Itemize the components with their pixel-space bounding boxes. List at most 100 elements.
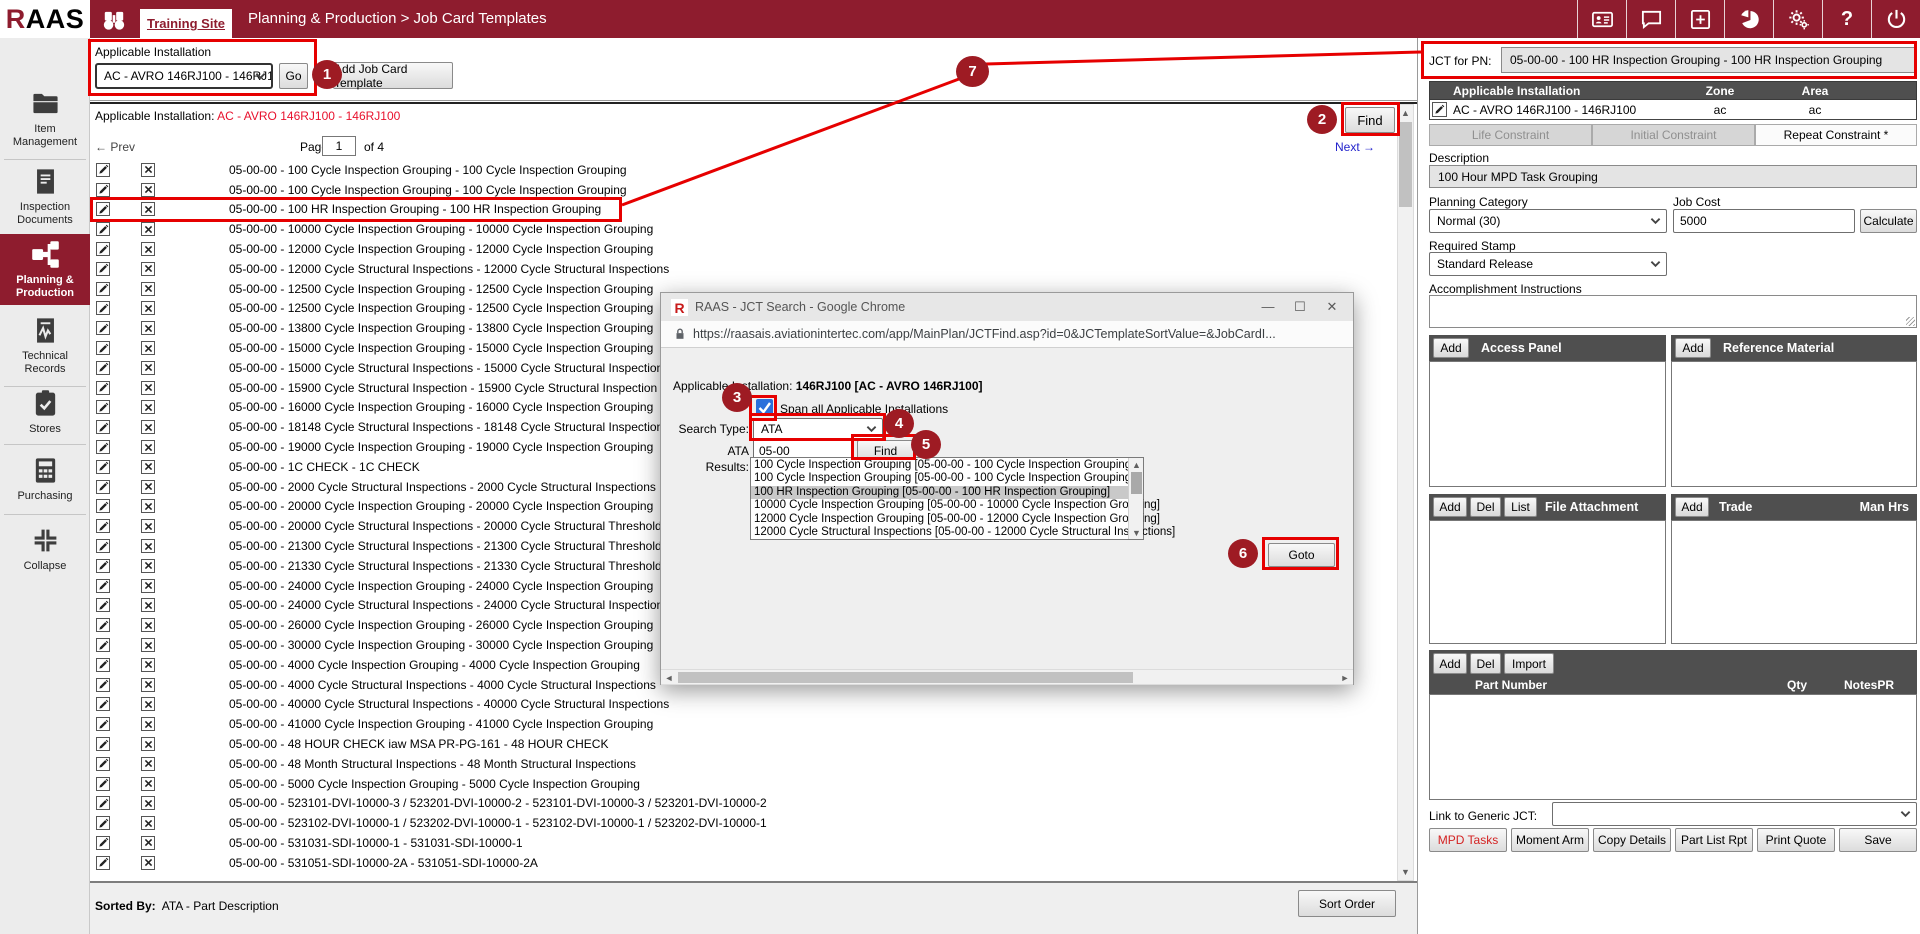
scroll-down-arrow[interactable]: ▼ [1129, 526, 1144, 539]
edit-icon[interactable] [96, 400, 110, 414]
edit-icon[interactable] [96, 618, 110, 632]
table-row[interactable]: 05-00-00 - 100 Cycle Inspection Grouping… [90, 160, 1390, 180]
edit-icon[interactable] [96, 816, 110, 830]
edit-icon[interactable] [96, 341, 110, 355]
edit-icon[interactable] [96, 638, 110, 652]
delete-icon[interactable] [141, 242, 155, 256]
constraint-tab-repeat-constraint[interactable]: Repeat Constraint * [1755, 124, 1917, 146]
dialog-horizontal-scrollbar[interactable]: ◄ ► [661, 669, 1353, 685]
print-quote-button[interactable]: Print Quote [1757, 828, 1835, 852]
delete-icon[interactable] [141, 381, 155, 395]
trade-add-button[interactable]: Add [1675, 497, 1709, 517]
delete-icon[interactable] [141, 856, 155, 870]
edit-icon[interactable] [96, 440, 110, 454]
constraint-tab-initial-constraint[interactable]: Initial Constraint [1592, 124, 1755, 146]
edit-icon[interactable] [96, 678, 110, 692]
installation-select[interactable]: AC - AVRO 146RJ100 - 146RJ100 [95, 63, 273, 89]
power-icon[interactable] [1871, 0, 1920, 38]
edit-icon[interactable] [96, 460, 110, 474]
edit-icon[interactable] [96, 559, 110, 573]
table-row[interactable]: 05-00-00 - 100 HR Inspection Grouping - … [90, 200, 1390, 220]
scroll-down-arrow[interactable]: ▼ [1398, 864, 1413, 880]
delete-icon[interactable] [141, 697, 155, 711]
next-page-link[interactable]: Next → [1335, 140, 1375, 154]
scrollbar-thumb[interactable] [1131, 472, 1142, 494]
file-attachment-list-button[interactable]: List [1504, 497, 1537, 517]
delete-icon[interactable] [141, 618, 155, 632]
delete-icon[interactable] [141, 202, 155, 216]
help-icon[interactable]: ? [1822, 0, 1871, 38]
idcard-icon[interactable] [1577, 0, 1626, 38]
search-type-select[interactable]: ATA [753, 418, 883, 440]
table-row[interactable]: 05-00-00 - 5000 Cycle Inspection Groupin… [90, 774, 1390, 794]
result-item[interactable]: 100 HR Inspection Grouping [05-00-00 - 1… [751, 486, 1128, 499]
parts-list[interactable] [1429, 694, 1917, 800]
access-panel-list[interactable] [1429, 361, 1666, 487]
result-item[interactable]: 12000 Cycle Structural Inspections [05-0… [751, 526, 1128, 539]
results-scrollbar[interactable]: ▲ ▼ [1128, 458, 1143, 539]
results-listbox[interactable]: 100 Cycle Inspection Grouping [05-00-00 … [750, 457, 1144, 540]
delete-icon[interactable] [141, 163, 155, 177]
sidebar-item-technical-records[interactable]: TechnicalRecords [0, 309, 90, 383]
edit-icon[interactable] [96, 183, 110, 197]
edit-icon[interactable] [96, 658, 110, 672]
pie-chart-icon[interactable] [1724, 0, 1773, 38]
table-row[interactable]: 05-00-00 - 40000 Cycle Structural Inspec… [90, 695, 1390, 715]
prev-page-link[interactable]: ← Prev [95, 140, 135, 154]
minimize-icon[interactable]: — [1253, 299, 1283, 314]
edit-icon[interactable] [96, 262, 110, 276]
mpd-tasks-button[interactable]: MPD Tasks [1429, 828, 1507, 852]
result-item[interactable]: 12000 Cycle Inspection Grouping [05-00-0… [751, 513, 1128, 526]
edit-icon[interactable] [96, 697, 110, 711]
edit-icon[interactable] [96, 282, 110, 296]
edit-icon[interactable] [96, 222, 110, 236]
edit-icon[interactable] [96, 737, 110, 751]
table-row[interactable]: 05-00-00 - 12000 Cycle Inspection Groupi… [90, 239, 1390, 259]
sort-order-button[interactable]: Sort Order [1298, 890, 1396, 917]
delete-icon[interactable] [141, 658, 155, 672]
sidebar-item-stores[interactable]: Stores [0, 383, 90, 441]
parts-del-button[interactable]: Del [1470, 653, 1501, 674]
edit-icon[interactable] [1432, 102, 1447, 117]
delete-icon[interactable] [141, 777, 155, 791]
delete-icon[interactable] [141, 321, 155, 335]
parts-import-button[interactable]: Import [1504, 653, 1554, 674]
delete-icon[interactable] [141, 460, 155, 474]
table-row[interactable]: 05-00-00 - 523102-DVI-10000-1 / 523202-D… [90, 813, 1390, 833]
edit-icon[interactable] [96, 777, 110, 791]
table-row[interactable]: 05-00-00 - 10000 Cycle Inspection Groupi… [90, 219, 1390, 239]
delete-icon[interactable] [141, 301, 155, 315]
delete-icon[interactable] [141, 539, 155, 553]
table-row[interactable]: 05-00-00 - 531051-SDI-10000-2A - 531051-… [90, 853, 1390, 873]
delete-icon[interactable] [141, 222, 155, 236]
scroll-left-arrow[interactable]: ◄ [661, 670, 677, 685]
result-item[interactable]: 100 Cycle Inspection Grouping [05-00-00 … [751, 472, 1128, 485]
delete-icon[interactable] [141, 519, 155, 533]
scroll-right-arrow[interactable]: ► [1337, 670, 1353, 685]
delete-icon[interactable] [141, 796, 155, 810]
reference-material-list[interactable] [1671, 361, 1917, 487]
plus-square-icon[interactable] [1675, 0, 1724, 38]
gears-icon[interactable] [1773, 0, 1822, 38]
access-panel-add-button[interactable]: Add [1433, 338, 1469, 358]
sidebar-item-collapse[interactable]: Collapse [0, 517, 90, 581]
add-job-card-template-button[interactable]: Add Job Card Template [333, 62, 453, 89]
edit-icon[interactable] [96, 480, 110, 494]
table-row[interactable]: 05-00-00 - 12000 Cycle Structural Inspec… [90, 259, 1390, 279]
delete-icon[interactable] [141, 678, 155, 692]
page-number-input[interactable] [322, 136, 356, 156]
delete-icon[interactable] [141, 836, 155, 850]
edit-icon[interactable] [96, 381, 110, 395]
delete-icon[interactable] [141, 183, 155, 197]
delete-icon[interactable] [141, 480, 155, 494]
delete-icon[interactable] [141, 282, 155, 296]
dialog-titlebar[interactable]: R RAAS - JCT Search - Google Chrome — ☐ … [661, 293, 1353, 321]
planning-category-select[interactable]: Normal (30) [1429, 209, 1667, 233]
scrollbar-thumb[interactable] [1399, 122, 1412, 207]
delete-icon[interactable] [141, 420, 155, 434]
part-list-rpt-button[interactable]: Part List Rpt [1675, 828, 1753, 852]
edit-icon[interactable] [96, 717, 110, 731]
scroll-up-arrow[interactable]: ▲ [1129, 458, 1144, 471]
delete-icon[interactable] [141, 638, 155, 652]
edit-icon[interactable] [96, 202, 110, 216]
